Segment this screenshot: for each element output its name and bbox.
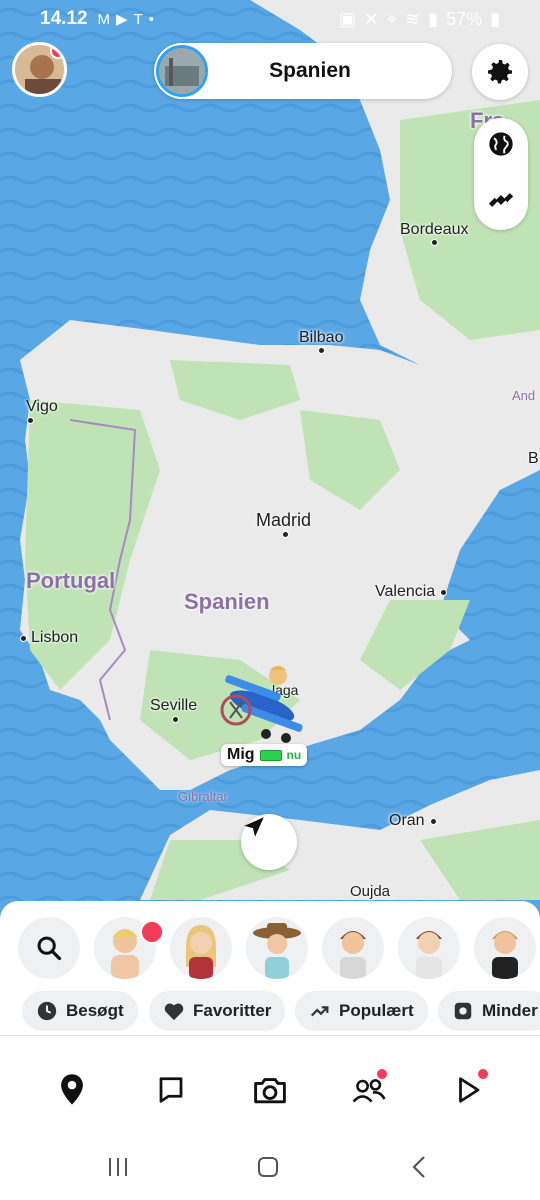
user-marker-name: Mig <box>227 746 255 763</box>
status-time: 14.12 <box>40 8 88 29</box>
wifi-icon: ≋ <box>405 8 421 29</box>
city-label-oujda: Oujda <box>350 883 391 900</box>
tesla-icon: T <box>133 10 143 28</box>
country-label-portugal: Portugal <box>26 568 116 593</box>
filter-chip-popular[interactable]: Populært <box>295 991 428 1031</box>
friend-bitmoji-2[interactable] <box>170 917 232 979</box>
bitmoji-airplane-marker[interactable] <box>218 662 310 744</box>
city-label-oran: Oran <box>389 812 425 829</box>
city-label-valencia: Valencia <box>375 583 436 600</box>
city-label-seville: Seville <box>150 697 198 714</box>
battery-level: 57% <box>446 8 483 29</box>
label-b: B <box>528 450 539 467</box>
nav-map[interactable] <box>42 1061 102 1119</box>
city-dot <box>172 716 179 723</box>
divider <box>0 1035 540 1036</box>
notification-dot <box>50 45 64 59</box>
city-dot <box>318 347 325 354</box>
nfc-icon: ▣ <box>338 8 356 29</box>
nav-friends[interactable] <box>339 1061 399 1119</box>
trending-icon <box>310 1006 329 1017</box>
profile-avatar-button[interactable] <box>12 42 67 97</box>
globe-icon[interactable] <box>487 130 515 163</box>
label-gibraltar: Gibraltar <box>178 789 228 804</box>
map-mode-toggle <box>474 118 528 230</box>
search-icon <box>37 936 62 961</box>
back-chevron-icon <box>412 1156 425 1178</box>
gear-icon <box>488 60 512 84</box>
filter-chips: Besøgt Favoritter Populært Minder <box>0 991 540 1031</box>
friend-notification-dot <box>140 920 164 944</box>
locate-me-button[interactable] <box>241 814 297 870</box>
filter-chip-label: Besøgt <box>66 1001 124 1020</box>
city-label-bilbao: Bilbao <box>299 329 344 346</box>
heart-icon <box>164 1003 184 1021</box>
location-thumbnail <box>156 45 208 97</box>
recent-apps-icon <box>109 1158 127 1176</box>
location-header-button[interactable]: Spanien <box>154 43 452 99</box>
mute-icon: ✕ <box>363 8 379 29</box>
filter-chip-favorites[interactable]: Favoritter <box>149 991 286 1031</box>
city-dot <box>27 417 34 424</box>
back-button[interactable] <box>394 1150 444 1184</box>
nav-chat[interactable] <box>141 1061 201 1119</box>
home-button[interactable] <box>243 1150 293 1184</box>
friend-bitmoji-6[interactable] <box>474 917 536 979</box>
friend-bitmoji-3[interactable] <box>246 917 308 979</box>
friends-row <box>0 917 540 983</box>
navigation-arrow-icon <box>244 817 264 837</box>
filter-chip-label: Populært <box>339 1001 414 1020</box>
city-label-madrid: Madrid <box>256 510 312 530</box>
chat-icon <box>159 1077 183 1103</box>
location-icon: ⌖ <box>386 8 398 29</box>
clock-icon <box>37 1001 57 1021</box>
city-dot <box>20 635 27 642</box>
filter-chip-visited[interactable]: Besøgt <box>22 991 138 1031</box>
satellite-icon[interactable] <box>487 186 515 219</box>
recent-apps-button[interactable] <box>93 1150 143 1184</box>
friend-bitmoji-5[interactable] <box>398 917 460 979</box>
filter-chip-memories[interactable]: Minder <box>438 991 540 1031</box>
battery-status-icon: ▮ <box>490 8 500 29</box>
youtube-icon: ▶ <box>116 11 128 28</box>
memories-icon <box>454 1002 472 1020</box>
more-notifications-icon: • <box>148 10 155 28</box>
country-label-spain: Spanien <box>184 589 270 614</box>
bottom-nav <box>0 1061 540 1119</box>
city-label-bordeaux: Bordeaux <box>400 221 469 238</box>
user-marker-label[interactable]: Mig nu <box>221 744 308 766</box>
settings-button[interactable] <box>472 44 528 100</box>
nav-stories[interactable] <box>438 1061 498 1119</box>
filter-chip-label: Favoritter <box>193 1001 272 1020</box>
friend-bitmoji-4[interactable] <box>322 917 384 979</box>
camera-icon <box>254 1078 286 1104</box>
gmail-icon: M <box>97 10 111 28</box>
bottom-sheet: Besøgt Favoritter Populært Minder <box>0 901 540 1200</box>
location-title: Spanien <box>269 59 351 82</box>
friends-notification-dot <box>375 1067 389 1081</box>
user-marker-time: nu <box>286 748 302 762</box>
city-dot <box>440 589 447 596</box>
label-andorra: And <box>512 388 536 403</box>
search-friends-button[interactable] <box>18 917 80 979</box>
city-dot <box>282 531 289 538</box>
stories-notification-dot <box>476 1067 490 1081</box>
city-label-vigo: Vigo <box>26 398 58 415</box>
signal-icon: ▮ <box>428 8 439 29</box>
city-dot <box>431 239 438 246</box>
system-navigation <box>0 1144 540 1188</box>
battery-icon <box>259 749 282 761</box>
filter-chip-label: Minder <box>482 1001 538 1020</box>
home-icon <box>258 1157 278 1177</box>
map-pin-icon <box>61 1074 83 1105</box>
city-dot <box>430 818 437 825</box>
city-label-lisbon: Lisbon <box>31 629 79 646</box>
status-bar: 14.12 M ▶ T • ▣ ✕ ⌖ ≋ ▮ 57% ▮ <box>0 0 540 38</box>
nav-camera[interactable] <box>240 1061 300 1119</box>
